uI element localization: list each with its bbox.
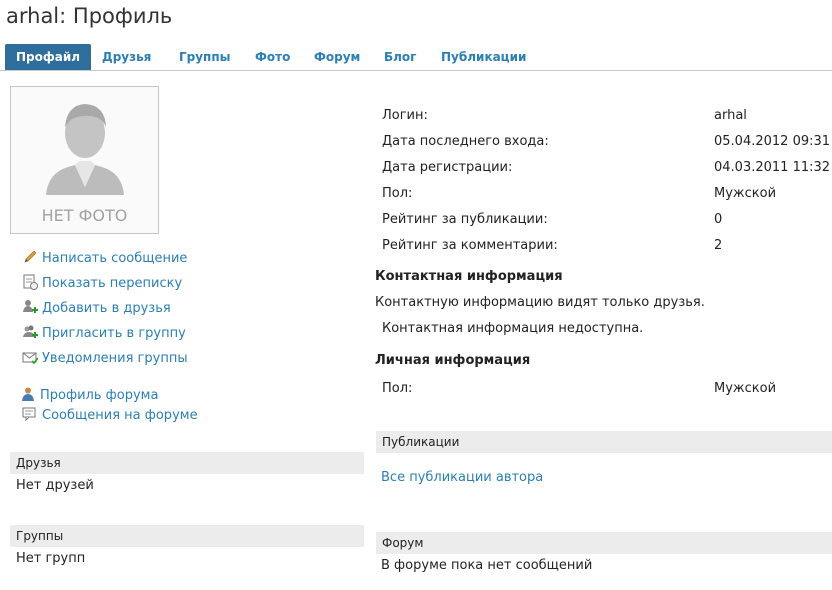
all-publications-link[interactable]: Все публикации автора	[381, 470, 543, 485]
profile-row: Рейтинг за публикации: 0	[382, 210, 832, 230]
tab-forum[interactable]: Форум	[314, 44, 360, 70]
profile-value: 05.04.2012 09:31	[714, 134, 831, 149]
profile-value: 04.03.2011 11:32	[714, 160, 831, 175]
profile-label: Рейтинг за комментарии:	[382, 238, 558, 253]
contact-unavailable: Контактная информация недоступна.	[382, 321, 644, 336]
publications-heading: Публикации	[376, 431, 832, 453]
profile-label: Дата регистрации:	[382, 160, 513, 175]
forum-empty: В форуме пока нет сообщений	[381, 558, 593, 573]
tab-friends[interactable]: Друзья	[102, 44, 151, 70]
tab-photo[interactable]: Фото	[255, 44, 290, 70]
forum-profile-link[interactable]: Профиль форума	[20, 386, 158, 404]
tab-groups[interactable]: Группы	[179, 44, 231, 70]
profile-label: Рейтинг за публикации:	[382, 212, 548, 227]
profile-label: Дата последнего входа:	[382, 134, 549, 149]
tab-publications[interactable]: Публикации	[441, 44, 526, 70]
profile-label: Логин:	[382, 108, 428, 123]
contact-heading: Контактная информация	[375, 269, 563, 284]
tab-blog[interactable]: Блог	[384, 44, 416, 70]
group-notifications-link[interactable]: Уведомления группы	[22, 349, 188, 367]
add-friend-link[interactable]: Добавить в друзья	[22, 299, 171, 317]
invite-group-icon	[22, 324, 38, 340]
add-friend-icon	[22, 299, 38, 315]
contact-note: Контактную информацию видят только друзь…	[375, 295, 705, 310]
correspondence-icon	[22, 274, 38, 290]
profile-row: Логин: arhal	[382, 106, 832, 126]
forum-messages-label: Сообщения на форуме	[42, 408, 198, 423]
forum-profile-label: Профиль форума	[40, 388, 159, 403]
forum-profile-icon	[20, 386, 36, 402]
groups-empty: Нет групп	[16, 551, 86, 566]
invite-group-link[interactable]: Пригласить в группу	[22, 324, 186, 342]
tab-profile[interactable]: Профайл	[5, 44, 92, 70]
profile-row: Пол: Мужской	[382, 184, 832, 204]
pencil-icon	[22, 249, 38, 265]
add-friend-label: Добавить в друзья	[42, 301, 171, 316]
group-notifications-label: Уведомления группы	[42, 351, 188, 366]
profile-tabs: Профайл Друзья Группы Фото Форум Блог Пу…	[0, 44, 832, 71]
forum-messages-icon	[22, 406, 38, 422]
personal-heading: Личная информация	[375, 353, 531, 368]
friends-heading: Друзья	[10, 452, 364, 474]
profile-row: Дата регистрации: 04.03.2011 11:32	[382, 158, 832, 178]
profile-value: arhal	[714, 108, 747, 123]
profile-value: Мужской	[714, 186, 777, 201]
profile-value: 0	[714, 212, 723, 227]
show-correspondence-label: Показать переписку	[42, 276, 183, 291]
profile-value: 2	[714, 238, 723, 253]
friends-empty: Нет друзей	[16, 478, 94, 493]
forum-heading: Форум	[376, 532, 832, 554]
avatar: НЕТ ФОТО	[10, 86, 159, 234]
invite-group-label: Пригласить в группу	[42, 326, 186, 341]
personal-label: Пол:	[382, 381, 413, 396]
write-message-link[interactable]: Написать сообщение	[22, 249, 187, 267]
envelope-icon	[22, 349, 39, 365]
show-correspondence-link[interactable]: Показать переписку	[22, 274, 182, 292]
profile-label: Пол:	[382, 186, 413, 201]
personal-value: Мужской	[714, 381, 777, 396]
page-title: arhal: Профиль	[6, 4, 173, 28]
no-photo-label: НЕТ ФОТО	[41, 206, 128, 225]
write-message-label: Написать сообщение	[42, 251, 188, 266]
personal-row: Пол: Мужской	[382, 379, 832, 399]
forum-messages-link[interactable]: Сообщения на форуме	[22, 406, 198, 424]
profile-row: Дата последнего входа: 05.04.2012 09:31	[382, 132, 832, 152]
profile-row: Рейтинг за комментарии: 2	[382, 236, 832, 256]
groups-heading: Группы	[10, 525, 364, 547]
